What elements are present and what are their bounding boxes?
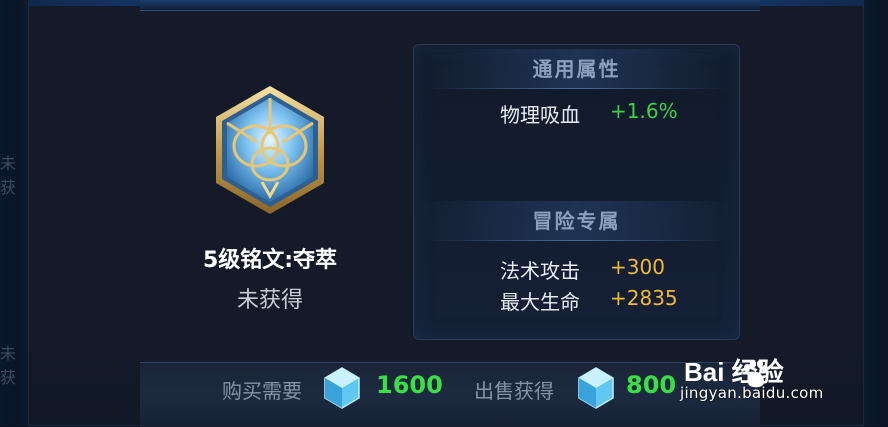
rune-title: 5级铭文:夺萃 [202, 248, 338, 273]
attributes-panel: 通用属性 物理吸血 +1.6% 冒险专属 法术攻击 +300 最大生命 +283… [413, 44, 740, 340]
buy-price: 1600 [376, 371, 443, 399]
stat-name: 法术攻击 [500, 259, 580, 283]
right-side-background [864, 0, 888, 426]
general-attributes-header: 通用属性 [414, 49, 739, 89]
sell-price: 800 [626, 371, 677, 399]
stat-value: +300 [610, 255, 665, 279]
watermark-logo-text: Bai 经验 [684, 357, 784, 387]
crystal-currency-icon [324, 367, 360, 409]
buy-label: 购买需要 [222, 379, 302, 403]
left-side-background: 未获 未获 [0, 0, 28, 426]
left-side-label-1: 未获 [0, 154, 19, 197]
rune-icon[interactable] [212, 84, 328, 216]
stat-value: +2835 [610, 286, 678, 310]
watermark-url: jingyan.baidu.com [680, 384, 824, 402]
crystal-currency-icon [578, 367, 614, 409]
stat-name: 物理吸血 [500, 103, 580, 127]
stat-row-max-hp: 最大生命 +2835 [414, 286, 739, 316]
panel-top-notch [140, 0, 760, 11]
stat-row-lifesteal: 物理吸血 +1.6% [414, 99, 739, 129]
sell-label: 出售获得 [474, 379, 554, 403]
stat-value: +1.6% [610, 99, 678, 123]
rune-status: 未获得 [236, 288, 303, 313]
stat-name: 最大生命 [500, 290, 580, 314]
left-side-label-2: 未获 [0, 344, 19, 387]
adventure-attributes-header: 冒险专属 [414, 201, 739, 241]
stat-row-magic-attack: 法术攻击 +300 [414, 255, 739, 285]
